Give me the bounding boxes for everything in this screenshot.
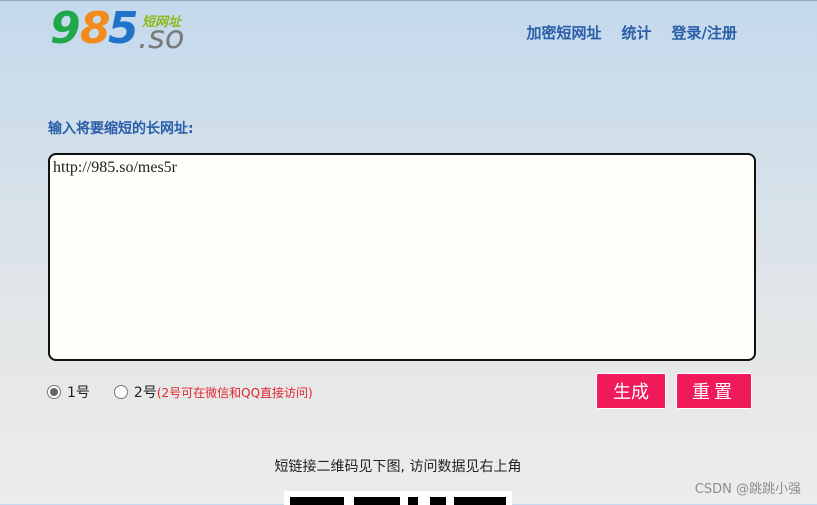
logo-digit-9: 9 [50,3,81,54]
option-2-label: 2号 [133,385,157,401]
generate-button[interactable]: 生成 [596,373,666,409]
logo-tagline: 短网址 [142,15,182,30]
option-1-radio[interactable] [47,385,61,399]
site-logo[interactable]: 9 8 5 .so 短网址 [50,3,200,54]
option-2-radio[interactable] [113,385,128,399]
long-url-input[interactable] [48,153,756,361]
logo-digit-8: 8 [80,3,111,54]
nav-statistics[interactable]: 统计 [622,22,652,43]
qr-code [284,491,512,505]
server-options: 1号 2号 (2号可在微信和QQ直接访问) [47,382,313,402]
option-2-note: (2号可在微信和QQ直接访问) [156,385,313,400]
top-nav: 加密短网址 统计 登录/注册 [526,22,737,43]
reset-button[interactable]: 重置 [676,373,752,409]
nav-login-register[interactable]: 登录/注册 [672,22,737,43]
option-1-label: 1号 [67,385,90,401]
logo-digit-5: 5 [108,3,139,54]
qr-caption: 短链接二维码见下图, 访问数据见右上角 [274,459,522,475]
csdn-watermark: CSDN @跳跳小强 [694,482,801,497]
url-input-label: 输入将要缩短的长网址: [48,121,194,137]
nav-encrypted-short-url[interactable]: 加密短网址 [526,22,601,43]
